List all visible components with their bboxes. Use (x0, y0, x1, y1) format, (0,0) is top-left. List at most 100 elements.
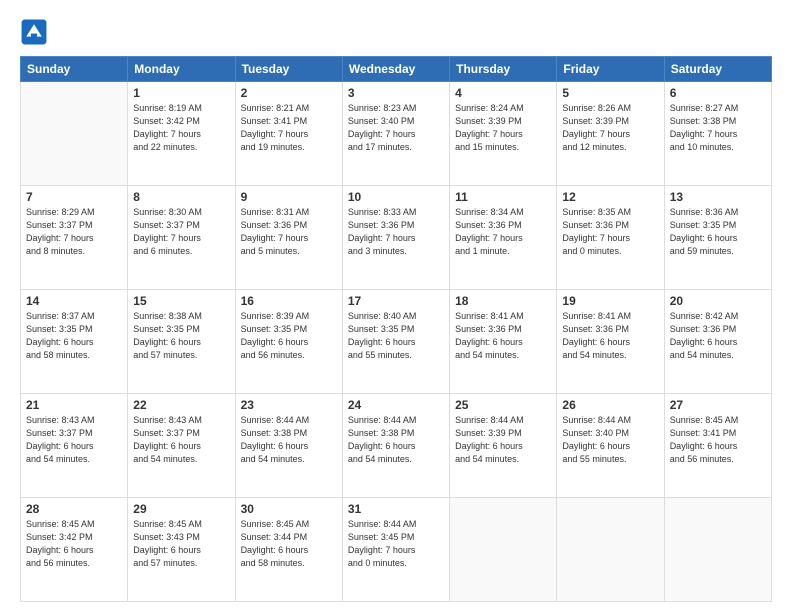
day-number: 4 (455, 86, 551, 100)
calendar-cell: 12 Sunrise: 8:35 AM Sunset: 3:36 PM Dayli… (557, 186, 664, 290)
day-info: Sunrise: 8:21 AM Sunset: 3:41 PM Dayligh… (241, 102, 337, 154)
day-info: Sunrise: 8:35 AM Sunset: 3:36 PM Dayligh… (562, 206, 658, 258)
day-number: 25 (455, 398, 551, 412)
page-header (20, 18, 772, 46)
day-info: Sunrise: 8:30 AM Sunset: 3:37 PM Dayligh… (133, 206, 229, 258)
day-info: Sunrise: 8:44 AM Sunset: 3:38 PM Dayligh… (241, 414, 337, 466)
day-info: Sunrise: 8:26 AM Sunset: 3:39 PM Dayligh… (562, 102, 658, 154)
day-info: Sunrise: 8:19 AM Sunset: 3:42 PM Dayligh… (133, 102, 229, 154)
day-info: Sunrise: 8:45 AM Sunset: 3:43 PM Dayligh… (133, 518, 229, 570)
calendar-week-row: 14Sunrise: 8:37 AM Sunset: 3:35 PM Dayli… (21, 290, 772, 394)
weekday-header: Tuesday (235, 57, 342, 82)
day-info: Sunrise: 8:44 AM Sunset: 3:38 PM Dayligh… (348, 414, 444, 466)
day-info: Sunrise: 8:40 AM Sunset: 3:35 PM Dayligh… (348, 310, 444, 362)
calendar-cell: 18 Sunrise: 8:41 AM Sunset: 3:36 PM Dayli… (450, 290, 557, 394)
day-number: 30 (241, 502, 337, 516)
day-number: 19 (562, 294, 658, 308)
calendar-cell: 10 Sunrise: 8:33 AM Sunset: 3:36 PM Dayli… (342, 186, 449, 290)
calendar-cell: 9Sunrise: 8:31 AM Sunset: 3:36 PM Daylig… (235, 186, 342, 290)
weekday-header: Wednesday (342, 57, 449, 82)
day-info: Sunrise: 8:41 AM Sunset: 3:36 PM Dayligh… (455, 310, 551, 362)
day-info: Sunrise: 8:45 AM Sunset: 3:42 PM Dayligh… (26, 518, 122, 570)
day-number: 8 (133, 190, 229, 204)
day-info: Sunrise: 8:36 AM Sunset: 3:35 PM Dayligh… (670, 206, 766, 258)
day-info: Sunrise: 8:42 AM Sunset: 3:36 PM Dayligh… (670, 310, 766, 362)
day-info: Sunrise: 8:27 AM Sunset: 3:38 PM Dayligh… (670, 102, 766, 154)
day-number: 22 (133, 398, 229, 412)
calendar-week-row: 21 Sunrise: 8:43 AM Sunset: 3:37 PM Dayli… (21, 394, 772, 498)
day-info: Sunrise: 8:29 AM Sunset: 3:37 PM Dayligh… (26, 206, 122, 258)
calendar-cell: 22Sunrise: 8:43 AM Sunset: 3:37 PM Dayli… (128, 394, 235, 498)
calendar-cell: 23 Sunrise: 8:44 AM Sunset: 3:38 PM Dayli… (235, 394, 342, 498)
day-number: 31 (348, 502, 444, 516)
day-info: Sunrise: 8:34 AM Sunset: 3:36 PM Dayligh… (455, 206, 551, 258)
weekday-header: Sunday (21, 57, 128, 82)
day-info: Sunrise: 8:45 AM Sunset: 3:41 PM Dayligh… (670, 414, 766, 466)
calendar-cell: 30 Sunrise: 8:45 AM Sunset: 3:44 PM Dayli… (235, 498, 342, 602)
day-number: 2 (241, 86, 337, 100)
weekday-header: Monday (128, 57, 235, 82)
calendar-cell: 20 Sunrise: 8:42 AM Sunset: 3:36 PM Dayli… (664, 290, 771, 394)
calendar-cell: 4 Sunrise: 8:24 AM Sunset: 3:39 PM Daylig… (450, 82, 557, 186)
day-number: 12 (562, 190, 658, 204)
day-number: 24 (348, 398, 444, 412)
logo (20, 18, 52, 46)
day-info: Sunrise: 8:44 AM Sunset: 3:40 PM Dayligh… (562, 414, 658, 466)
day-number: 18 (455, 294, 551, 308)
calendar-cell: 6 Sunrise: 8:27 AM Sunset: 3:38 PM Daylig… (664, 82, 771, 186)
day-number: 10 (348, 190, 444, 204)
calendar-week-row: 7Sunrise: 8:29 AM Sunset: 3:37 PM Daylig… (21, 186, 772, 290)
calendar-cell: 13 Sunrise: 8:36 AM Sunset: 3:35 PM Dayli… (664, 186, 771, 290)
day-number: 20 (670, 294, 766, 308)
weekday-header: Friday (557, 57, 664, 82)
calendar-cell: 31 Sunrise: 8:44 AM Sunset: 3:45 PM Dayli… (342, 498, 449, 602)
logo-icon (20, 18, 48, 46)
calendar-cell: 1 Sunrise: 8:19 AM Sunset: 3:42 PM Daylig… (128, 82, 235, 186)
calendar-cell: 27Sunrise: 8:45 AM Sunset: 3:41 PM Dayli… (664, 394, 771, 498)
day-info: Sunrise: 8:38 AM Sunset: 3:35 PM Dayligh… (133, 310, 229, 362)
day-number: 15 (133, 294, 229, 308)
calendar-cell: 19 Sunrise: 8:41 AM Sunset: 3:36 PM Dayli… (557, 290, 664, 394)
calendar-cell: 5 Sunrise: 8:26 AM Sunset: 3:39 PM Daylig… (557, 82, 664, 186)
calendar-cell: 11 Sunrise: 8:34 AM Sunset: 3:36 PM Dayli… (450, 186, 557, 290)
calendar-cell: 3 Sunrise: 8:23 AM Sunset: 3:40 PM Daylig… (342, 82, 449, 186)
calendar-week-row: 28 Sunrise: 8:45 AM Sunset: 3:42 PM Dayli… (21, 498, 772, 602)
calendar-cell: 26 Sunrise: 8:44 AM Sunset: 3:40 PM Dayli… (557, 394, 664, 498)
day-info: Sunrise: 8:23 AM Sunset: 3:40 PM Dayligh… (348, 102, 444, 154)
day-number: 21 (26, 398, 122, 412)
day-number: 26 (562, 398, 658, 412)
day-info: Sunrise: 8:37 AM Sunset: 3:35 PM Dayligh… (26, 310, 122, 362)
day-number: 5 (562, 86, 658, 100)
day-info: Sunrise: 8:41 AM Sunset: 3:36 PM Dayligh… (562, 310, 658, 362)
day-number: 13 (670, 190, 766, 204)
day-info: Sunrise: 8:44 AM Sunset: 3:45 PM Dayligh… (348, 518, 444, 570)
calendar-cell: 21 Sunrise: 8:43 AM Sunset: 3:37 PM Dayli… (21, 394, 128, 498)
calendar-week-row: 1 Sunrise: 8:19 AM Sunset: 3:42 PM Daylig… (21, 82, 772, 186)
calendar-cell: 15 Sunrise: 8:38 AM Sunset: 3:35 PM Dayli… (128, 290, 235, 394)
day-number: 28 (26, 502, 122, 516)
calendar-cell: 17 Sunrise: 8:40 AM Sunset: 3:35 PM Dayli… (342, 290, 449, 394)
weekday-header: Thursday (450, 57, 557, 82)
calendar-cell (450, 498, 557, 602)
calendar-cell (21, 82, 128, 186)
calendar-cell: 2 Sunrise: 8:21 AM Sunset: 3:41 PM Daylig… (235, 82, 342, 186)
day-number: 17 (348, 294, 444, 308)
day-number: 16 (241, 294, 337, 308)
calendar-cell: 29Sunrise: 8:45 AM Sunset: 3:43 PM Dayli… (128, 498, 235, 602)
day-info: Sunrise: 8:24 AM Sunset: 3:39 PM Dayligh… (455, 102, 551, 154)
calendar-cell (557, 498, 664, 602)
day-number: 6 (670, 86, 766, 100)
day-number: 1 (133, 86, 229, 100)
calendar-page: SundayMondayTuesdayWednesdayThursdayFrid… (0, 0, 792, 612)
calendar-table: SundayMondayTuesdayWednesdayThursdayFrid… (20, 56, 772, 602)
day-info: Sunrise: 8:43 AM Sunset: 3:37 PM Dayligh… (26, 414, 122, 466)
day-info: Sunrise: 8:45 AM Sunset: 3:44 PM Dayligh… (241, 518, 337, 570)
day-number: 23 (241, 398, 337, 412)
calendar-cell: 28 Sunrise: 8:45 AM Sunset: 3:42 PM Dayli… (21, 498, 128, 602)
day-number: 3 (348, 86, 444, 100)
day-info: Sunrise: 8:33 AM Sunset: 3:36 PM Dayligh… (348, 206, 444, 258)
day-number: 11 (455, 190, 551, 204)
day-info: Sunrise: 8:44 AM Sunset: 3:39 PM Dayligh… (455, 414, 551, 466)
calendar-cell: 14Sunrise: 8:37 AM Sunset: 3:35 PM Dayli… (21, 290, 128, 394)
calendar-cell: 25 Sunrise: 8:44 AM Sunset: 3:39 PM Dayli… (450, 394, 557, 498)
